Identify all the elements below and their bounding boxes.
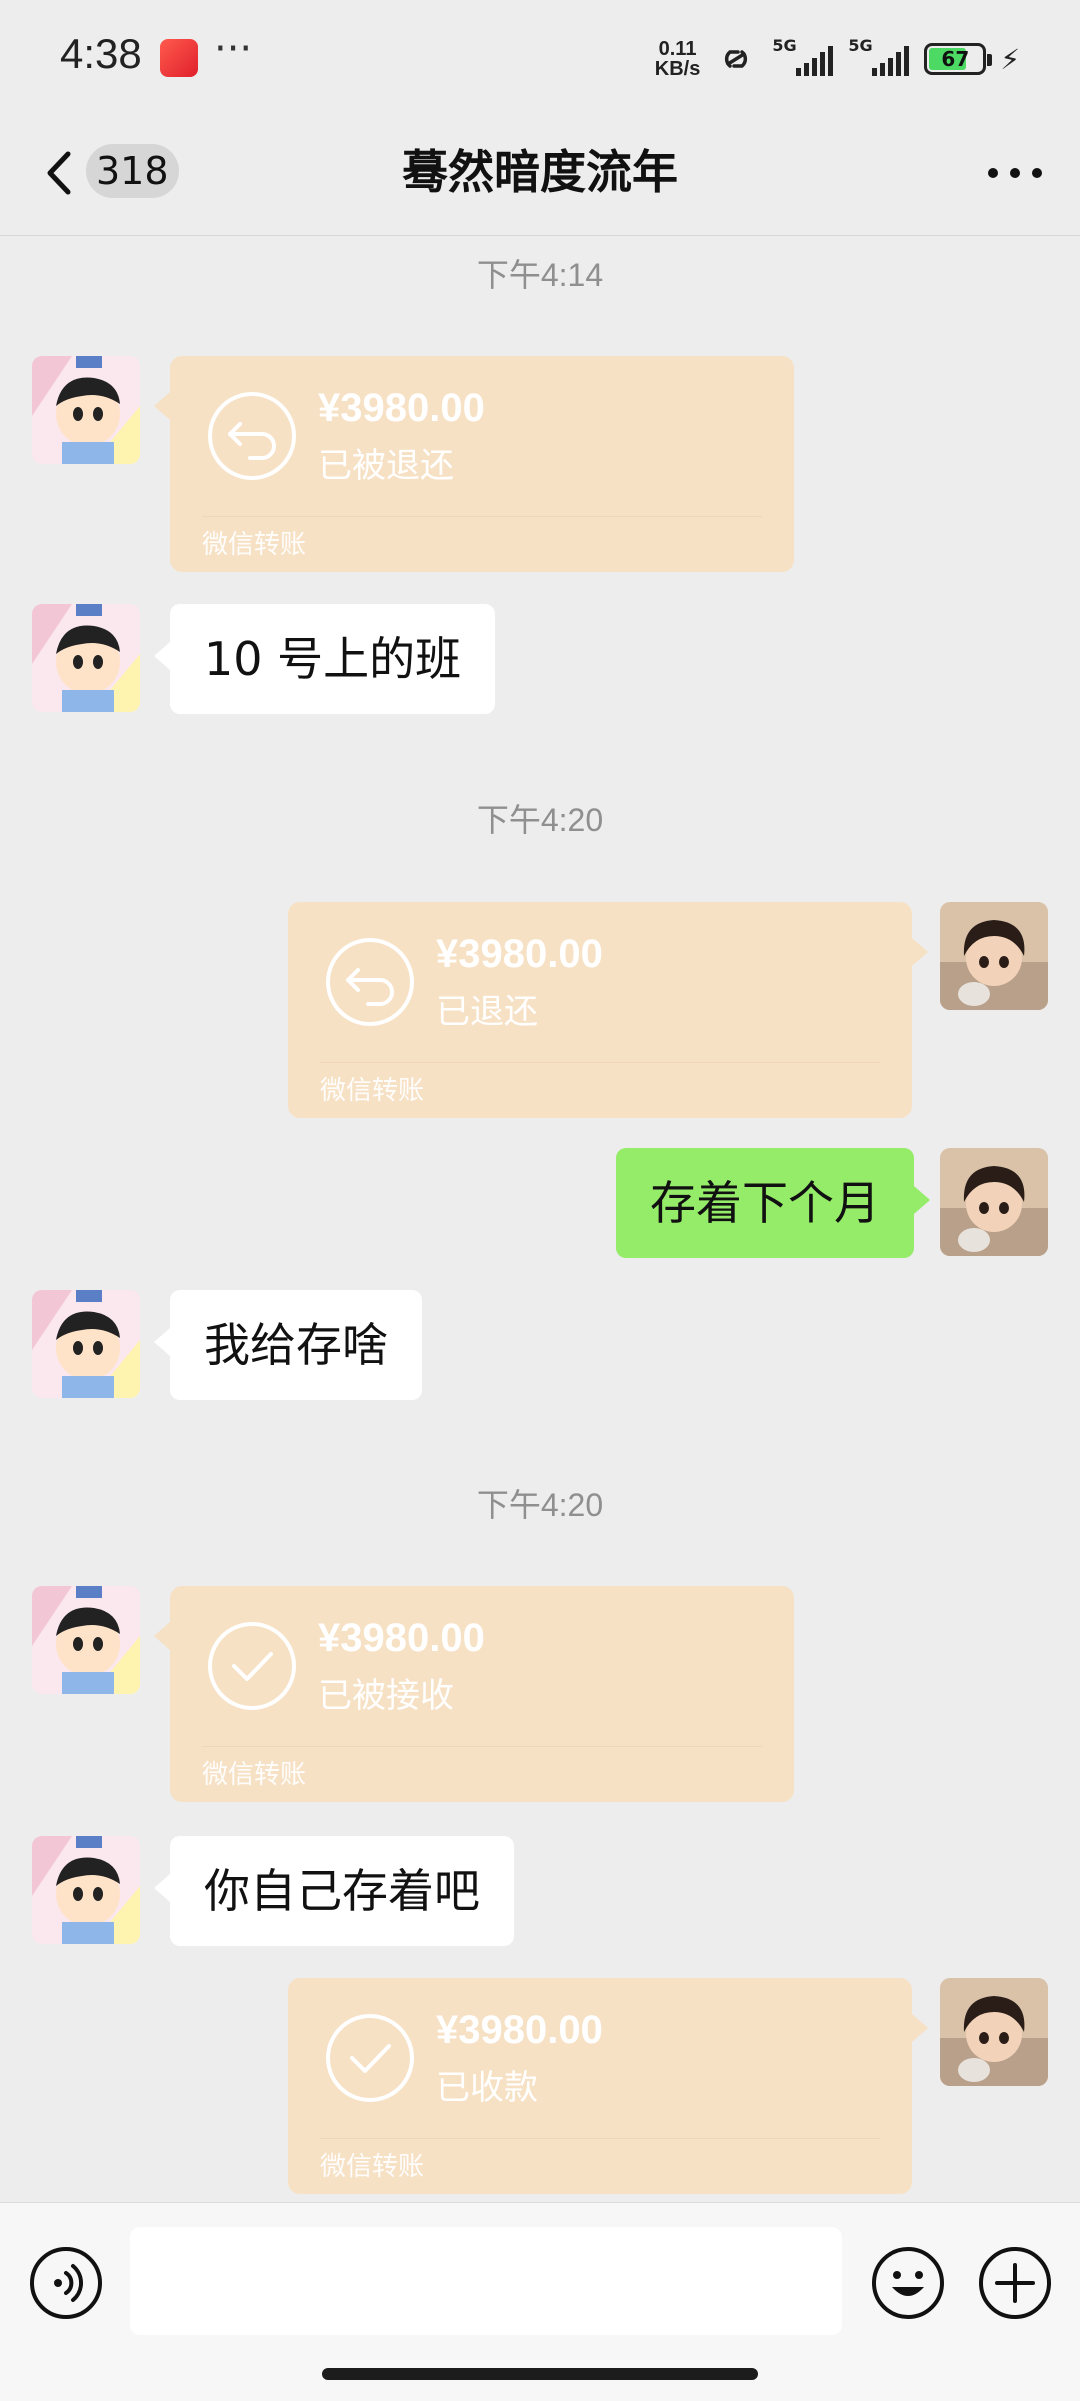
message-input[interactable] xyxy=(130,2227,842,2335)
network-speed-unit: KB/s xyxy=(654,58,701,80)
contact-avatar[interactable] xyxy=(32,604,140,712)
more-icon[interactable] xyxy=(988,168,1042,178)
divider xyxy=(202,1746,762,1747)
network-speed: 0.11 KB/s xyxy=(655,39,701,79)
transfer-brand-label: 微信转账 xyxy=(202,1760,307,1790)
transfer-brand-label: 微信转账 xyxy=(202,530,307,560)
contact-avatar[interactable] xyxy=(32,1290,140,1398)
timestamp: 下午4:14 xyxy=(476,257,604,293)
timestamp: 下午4:20 xyxy=(476,802,604,838)
transfer-card[interactable]: ¥3980.00 已被接收 微信转账 xyxy=(154,1586,794,1802)
chat-header: 318 蓦然暗度流年 xyxy=(0,110,1080,236)
status-bar: 4:38 ··· 0.11 KB/s 5G 5G 67 ⚡ xyxy=(0,0,1080,110)
signal-1-label: 5G xyxy=(772,36,797,55)
signal-icon: 5G xyxy=(772,36,834,76)
emoji-icon[interactable] xyxy=(870,2245,946,2321)
contact-avatar[interactable] xyxy=(32,1836,140,1944)
message-bubble-received[interactable]: 我给存啥 xyxy=(154,1290,422,1400)
divider xyxy=(320,1062,880,1063)
divider xyxy=(320,2138,880,2139)
return-arrow-icon xyxy=(208,392,296,480)
transfer-card[interactable]: ¥3980.00 已收款 微信转账 xyxy=(288,1978,928,2194)
transfer-amount: ¥3980.00 xyxy=(436,932,603,976)
message-bubble-sent[interactable]: 存着下个月 xyxy=(616,1148,930,1258)
message-bubble-received[interactable]: 10 号上的班 xyxy=(153,604,496,714)
divider xyxy=(202,516,762,517)
status-time: 4:38 xyxy=(60,30,142,77)
check-circle-icon xyxy=(326,2014,414,2102)
charging-icon: ⚡ xyxy=(1000,42,1020,76)
my-avatar[interactable] xyxy=(940,902,1048,1010)
chat-title: 蓦然暗度流年 xyxy=(402,145,678,199)
message-bubble-received[interactable]: 你自己存着吧 xyxy=(154,1836,514,1946)
transfer-status: 已被退还 xyxy=(318,446,454,486)
plus-icon[interactable] xyxy=(977,2245,1053,2321)
battery-icon: 67 xyxy=(924,43,993,75)
battery-level: 67 xyxy=(941,47,970,71)
transfer-amount: ¥3980.00 xyxy=(318,1616,485,1660)
link-icon xyxy=(725,50,748,68)
app-shortcut-icon xyxy=(160,39,198,77)
status-indicators: 0.11 KB/s 5G 5G 67 ⚡ xyxy=(655,34,1020,84)
transfer-amount: ¥3980.00 xyxy=(318,386,485,430)
home-indicator[interactable] xyxy=(322,2368,758,2380)
signal-2-label: 5G xyxy=(848,36,873,55)
transfer-status: 已收款 xyxy=(436,2068,538,2108)
contact-avatar[interactable] xyxy=(32,356,140,464)
transfer-status: 已退还 xyxy=(436,992,538,1032)
my-avatar[interactable] xyxy=(940,1978,1048,2086)
network-speed-value: 0.11 xyxy=(658,38,697,60)
return-arrow-icon xyxy=(326,938,414,1026)
transfer-card[interactable]: ¥3980.00 已退还 微信转账 xyxy=(288,902,928,1118)
transfer-brand-label: 微信转账 xyxy=(320,1076,425,1106)
transfer-brand-label: 微信转账 xyxy=(320,2152,425,2182)
my-avatar[interactable] xyxy=(940,1148,1048,1256)
more-dots-icon: ··· xyxy=(214,26,253,72)
contact-avatar[interactable] xyxy=(32,1586,140,1694)
transfer-amount: ¥3980.00 xyxy=(436,2008,603,2052)
transfer-status: 已被接收 xyxy=(318,1676,454,1716)
check-circle-icon xyxy=(208,1622,296,1710)
signal-icon-2: 5G xyxy=(848,36,910,76)
transfer-card[interactable]: ¥3980.00 已被退还 微信转账 xyxy=(154,356,794,572)
voice-icon[interactable] xyxy=(28,2245,104,2321)
timestamp: 下午4:20 xyxy=(476,1487,604,1523)
